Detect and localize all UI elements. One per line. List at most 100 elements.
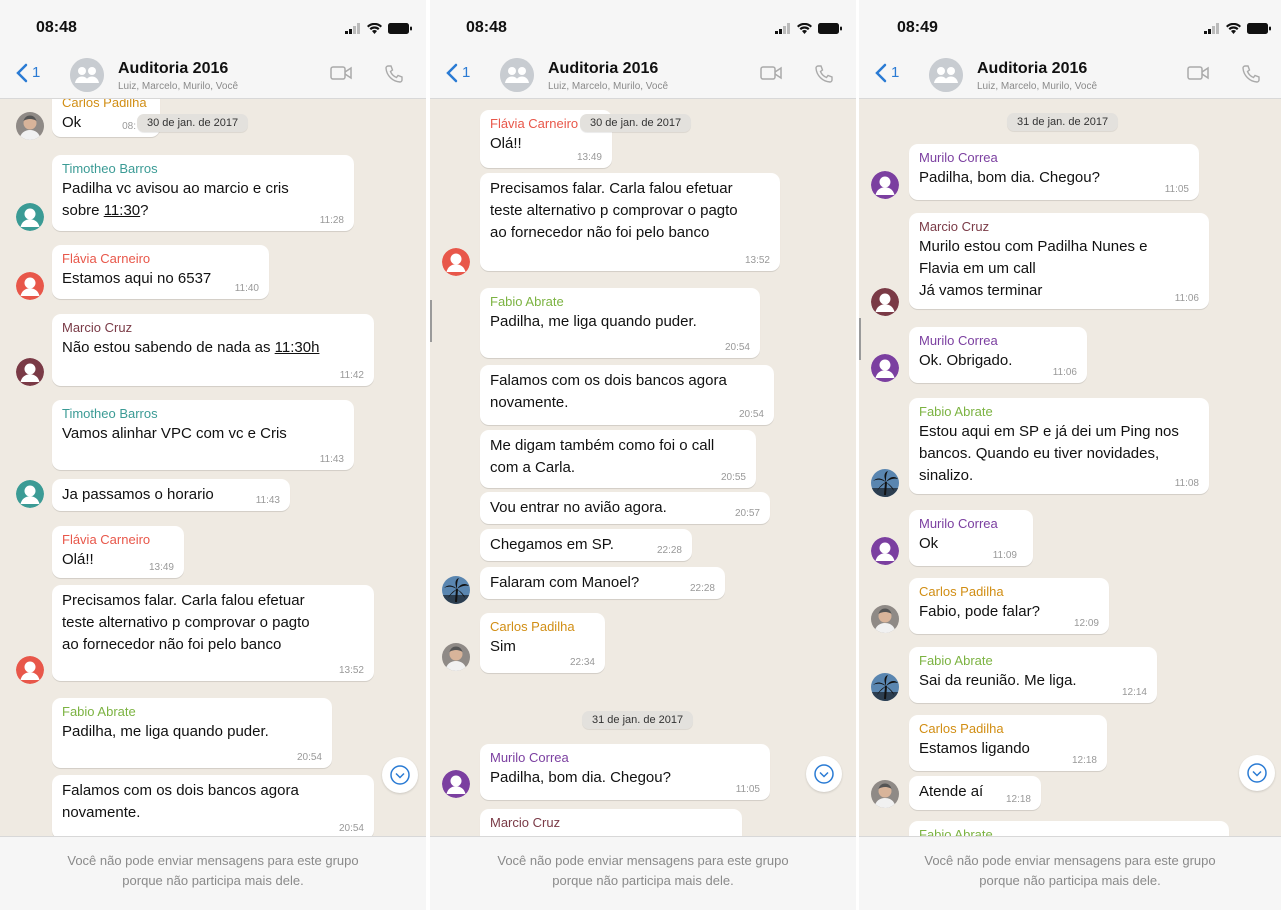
message-bubble[interactable]: Flávia Carneiro Estamos aqui no 6537 11:…	[52, 245, 269, 299]
message-list[interactable]: 31 de jan. de 2017 Murilo Correa Padilha…	[859, 99, 1281, 836]
time-link[interactable]: 11:30	[104, 202, 140, 219]
sender-name: Marcio Cruz	[490, 815, 561, 830]
message-bubble[interactable]: Carlos Padilha Estamos ligando 12:18	[909, 715, 1107, 771]
message-text: Vou entrar no avião agora.	[490, 499, 667, 516]
back-button[interactable]: 1	[875, 62, 899, 84]
group-avatar-icon[interactable]	[70, 58, 104, 92]
message-time: 20:55	[720, 472, 746, 483]
group-avatar-icon[interactable]	[929, 58, 963, 92]
message-bubble[interactable]: Flávia Carneiro Olá!! 13:49	[52, 526, 184, 578]
group-participants: Luiz, Marcelo, Murilo, Você	[548, 81, 669, 92]
sender-name: Fabio Abrate	[919, 653, 993, 668]
message-bubble[interactable]: Fabio Abrate	[909, 821, 1229, 836]
message-bubble[interactable]: Falamos com os dois bancos agora novamen…	[52, 775, 374, 836]
avatar-carlos-padilha-icon[interactable]	[16, 112, 44, 140]
avatar-palm-tree-icon[interactable]	[442, 576, 470, 604]
video-call-icon[interactable]	[330, 64, 352, 82]
message-bubble[interactable]: Murilo Correa Padilha, bom dia. Chegou? …	[480, 744, 770, 800]
message-bubble[interactable]: Precisamos falar. Carla falou efetuar te…	[52, 585, 374, 681]
message-bubble[interactable]: Falamos com os dois bancos agora novamen…	[480, 365, 774, 425]
message-bubble[interactable]: Timotheo Barros Padilha vc avisou ao mar…	[52, 155, 354, 231]
avatar-carlos-padilha-icon[interactable]	[871, 780, 899, 808]
avatar-carlos-padilha-icon[interactable]	[871, 605, 899, 633]
message-bubble[interactable]: Murilo Correa Ok. Obrigado. 11:06	[909, 327, 1087, 383]
avatar-person-icon[interactable]	[442, 770, 470, 798]
message-bubble[interactable]: Murilo Correa Ok 11:09	[909, 510, 1033, 566]
avatar-person-icon[interactable]	[871, 171, 899, 199]
message-time: 20:54	[338, 823, 364, 834]
message-bubble[interactable]: Chegamos em SP. 22:28	[480, 529, 692, 561]
message-text: Padilha, bom dia. Chegou?	[919, 169, 1100, 186]
avatar-person-icon[interactable]	[871, 288, 899, 316]
time-link[interactable]: 11:30h	[275, 339, 320, 356]
message-bubble[interactable]: Fabio Abrate Estou aqui em SP e já dei u…	[909, 398, 1209, 494]
avatar-person-icon[interactable]	[871, 354, 899, 382]
unread-count: 1	[891, 64, 900, 81]
message-bubble[interactable]: Murilo Correa Padilha, bom dia. Chegou? …	[909, 144, 1199, 200]
message-bubble[interactable]: Marcio Cruz Não estou sabendo de nada as…	[52, 314, 374, 386]
message-text: ao fornecedor não foi pelo banco	[62, 636, 282, 653]
avatar-person-icon[interactable]	[16, 358, 44, 386]
video-call-icon[interactable]	[760, 64, 782, 82]
message-bubble[interactable]: Falaram com Manoel? 22:28	[480, 567, 725, 599]
video-call-icon[interactable]	[1187, 64, 1209, 82]
signal-icon	[1204, 23, 1219, 34]
message-time: 11:42	[339, 370, 364, 381]
avatar-person-icon[interactable]	[16, 656, 44, 684]
chevron-down-icon	[390, 765, 410, 785]
group-title[interactable]: Auditoria 2016	[977, 60, 1087, 78]
message-bubble[interactable]: Timotheo Barros Vamos alinhar VPC com vc…	[52, 400, 354, 470]
message-bubble[interactable]: Atende aí 12:18	[909, 776, 1041, 810]
message-list[interactable]: Flávia Carneiro Olá!! 13:49 30 de jan. d…	[430, 99, 856, 836]
footer-line: Você não pode enviar mensagens para este…	[67, 853, 359, 868]
avatar-person-icon[interactable]	[871, 537, 899, 565]
sender-name: Murilo Correa	[919, 150, 998, 165]
chevron-down-icon	[814, 764, 834, 784]
screen-separator	[859, 318, 861, 360]
signal-icon	[345, 23, 360, 34]
message-text: Murilo estou com Padilha Nunes e	[919, 238, 1148, 255]
chevron-down-icon	[1247, 763, 1267, 783]
group-title[interactable]: Auditoria 2016	[118, 60, 228, 78]
scroll-to-bottom-button[interactable]	[1239, 755, 1275, 791]
sender-name: Murilo Correa	[919, 333, 998, 348]
message-bubble[interactable]: Marcio Cruz Murilo estou com Padilha Nun…	[909, 213, 1209, 309]
footer-notice: Você não pode enviar mensagens para este…	[879, 851, 1261, 891]
message-text: Fabio, pode falar?	[919, 603, 1040, 620]
sender-name: Fabio Abrate	[919, 404, 993, 419]
avatar-carlos-padilha-icon[interactable]	[442, 643, 470, 671]
avatar-person-icon[interactable]	[16, 272, 44, 300]
message-bubble[interactable]: Marcio Cruz	[480, 809, 742, 836]
date-separator: 30 de jan. de 2017	[580, 114, 692, 132]
group-title[interactable]: Auditoria 2016	[548, 60, 658, 78]
message-bubble[interactable]: Me digam também como foi o call com a Ca…	[480, 430, 756, 488]
back-button[interactable]: 1	[16, 62, 40, 84]
signal-icon	[775, 23, 790, 34]
message-bubble[interactable]: Ja passamos o horario 11:43	[52, 479, 290, 511]
avatar-palm-tree-icon[interactable]	[871, 469, 899, 497]
scroll-to-bottom-button[interactable]	[382, 757, 418, 793]
message-bubble[interactable]: Precisamos falar. Carla falou efetuar te…	[480, 173, 780, 271]
message-bubble[interactable]: Fabio Abrate Padilha, me liga quando pud…	[480, 288, 760, 358]
message-list[interactable]: Carlos Padilha Ok 08: 30 de jan. de 2017…	[0, 99, 426, 836]
message-bubble[interactable]: Fabio Abrate Sai da reunião. Me liga. 12…	[909, 647, 1157, 703]
phone-call-icon[interactable]	[384, 64, 404, 84]
avatar-palm-tree-icon[interactable]	[871, 673, 899, 701]
avatar-person-icon[interactable]	[16, 203, 44, 231]
battery-icon	[388, 23, 412, 34]
message-time: 11:09	[992, 550, 1017, 561]
message-bubble[interactable]: Carlos Padilha Sim 22:34	[480, 613, 605, 673]
group-avatar-icon[interactable]	[500, 58, 534, 92]
avatar-person-icon[interactable]	[16, 480, 44, 508]
message-time: 13:52	[744, 255, 770, 266]
message-bubble[interactable]: Vou entrar no avião agora. 20:57	[480, 492, 770, 524]
message-bubble[interactable]: Carlos Padilha Fabio, pode falar? 12:09	[909, 578, 1109, 634]
avatar-person-icon[interactable]	[442, 248, 470, 276]
phone-call-icon[interactable]	[814, 64, 834, 84]
phone-call-icon[interactable]	[1241, 64, 1261, 84]
scroll-to-bottom-button[interactable]	[806, 756, 842, 792]
back-button[interactable]: 1	[446, 62, 470, 84]
message-bubble[interactable]: Fabio Abrate Padilha, me liga quando pud…	[52, 698, 332, 768]
footer-line: porque não participa mais dele.	[122, 873, 304, 888]
battery-icon	[1247, 23, 1271, 34]
